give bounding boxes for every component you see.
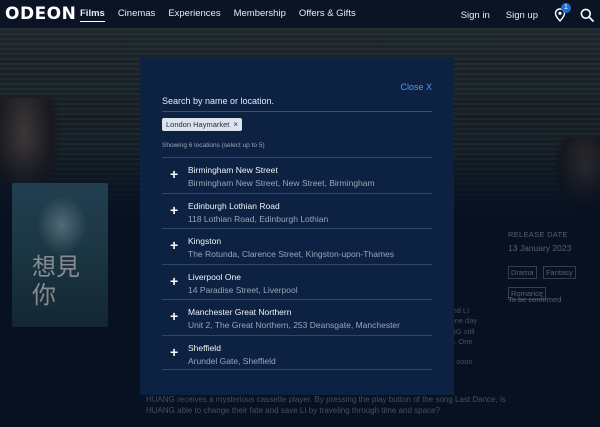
location-search-modal: Close X Search by name or location. Lond… [140, 58, 454, 395]
location-name: Kingston [188, 236, 222, 246]
location-name: Birmingham New Street [188, 165, 278, 175]
plus-icon[interactable]: + [170, 167, 178, 181]
showing-count-text: Showing 6 locations (select up to 5) [162, 142, 265, 149]
nav-right: Sign in Sign up 1 [461, 3, 594, 22]
location-address: The Rotunda, Clarence Street, Kingston-u… [188, 249, 395, 259]
top-nav: ODEON Films Cinemas Experiences Membersh… [0, 0, 600, 28]
location-address: 14 Paradise Street, Liverpool [188, 284, 298, 295]
location-name: Manchester Great Northern [188, 307, 292, 317]
location-list: + Birmingham New Street Birmingham New S… [162, 157, 432, 370]
location-address: Unit 2, The Great Northern, 253 Deansgat… [188, 320, 400, 330]
nav-cinemas[interactable]: Cinemas [118, 8, 156, 22]
search-title: Search by name or location. [162, 96, 275, 106]
location-row[interactable]: + Liverpool One 14 Paradise Street, Live… [162, 263, 432, 300]
selected-location-chip[interactable]: London Haymarket × [162, 118, 243, 131]
location-name: Edinburgh Lothian Road [188, 200, 280, 211]
location-address: Birmingham New Street, New Street, Birmi… [188, 178, 375, 188]
location-count-badge: 1 [561, 3, 571, 13]
sign-in-link[interactable]: Sign in [461, 10, 490, 21]
location-row[interactable]: + Manchester Great Northern Unit 2, The … [162, 299, 432, 335]
close-button[interactable]: Close X [400, 82, 432, 92]
location-name: Sheffield [188, 342, 221, 353]
location-address: Arundel Gate, Sheffield [188, 355, 276, 366]
plus-icon[interactable]: + [170, 309, 178, 323]
nav-membership[interactable]: Membership [234, 8, 286, 22]
location-name: Liverpool One [188, 271, 241, 282]
plus-icon[interactable]: + [170, 238, 178, 252]
chip-label: London Haymarket [166, 120, 230, 129]
location-row[interactable]: + Edinburgh Lothian Road 118 Lothian Roa… [162, 192, 432, 229]
odeon-logo[interactable]: ODEON [5, 4, 76, 24]
location-row[interactable]: + Kingston The Rotunda, Clarence Street,… [162, 228, 432, 264]
nav-offers-gifts[interactable]: Offers & Gifts [299, 8, 356, 22]
nav-experiences[interactable]: Experiences [168, 8, 220, 22]
location-address: 118 Lothian Road, Edinburgh Lothian [188, 213, 329, 224]
search-input-underline[interactable] [162, 111, 432, 112]
search-icon[interactable] [580, 8, 594, 22]
location-row[interactable]: + Sheffield Arundel Gate, Sheffield [162, 334, 432, 370]
nav-films[interactable]: Films [80, 8, 105, 22]
location-pin-icon[interactable]: 1 [554, 3, 571, 22]
chip-close-icon[interactable]: × [233, 120, 238, 129]
plus-icon[interactable]: + [170, 345, 178, 359]
plus-icon[interactable]: + [170, 203, 178, 217]
plus-icon[interactable]: + [170, 274, 178, 288]
sign-up-link[interactable]: Sign up [506, 10, 538, 21]
location-row[interactable]: + Birmingham New Street Birmingham New S… [162, 157, 432, 193]
main-nav: Films Cinemas Experiences Membership Off… [80, 8, 369, 22]
